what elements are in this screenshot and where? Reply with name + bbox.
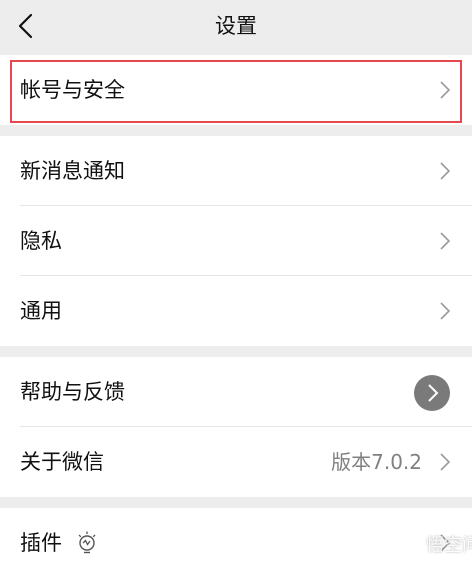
settings-item-help-feedback[interactable]: 帮助与反馈 <box>0 357 472 427</box>
settings-item-label: 通用 <box>20 299 62 323</box>
settings-item-notifications[interactable]: 新消息通知 <box>0 136 472 206</box>
settings-item-plugins[interactable]: 插件 <box>0 508 472 577</box>
settings-item-general[interactable]: 通用 <box>0 276 472 346</box>
settings-item-label: 隐私 <box>20 229 62 253</box>
settings-item-label: 插件 <box>20 531 62 555</box>
nav-bar: 设置 <box>0 0 472 53</box>
settings-item-about-wechat[interactable]: 关于微信 版本7.0.2 <box>0 427 472 497</box>
help-group: 帮助与反馈 关于微信 版本7.0.2 <box>0 357 472 497</box>
chevron-right-icon <box>440 302 450 320</box>
version-value: 版本7.0.2 <box>331 450 422 474</box>
settings-page: 设置 帐号与安全 新消息通知 隐私 通用 帮助与反馈 关于微信 版本7.0.2 … <box>0 0 472 577</box>
settings-item-label: 关于微信 <box>20 450 104 474</box>
page-title: 设置 <box>215 14 257 38</box>
settings-item-account-security[interactable]: 帐号与安全 <box>0 55 472 125</box>
chevron-right-icon <box>440 232 450 250</box>
chevron-right-icon <box>428 384 439 402</box>
chevron-right-icon <box>440 81 450 99</box>
floating-assist-button[interactable] <box>414 375 450 411</box>
settings-item-privacy[interactable]: 隐私 <box>0 206 472 276</box>
chevron-right-icon <box>440 162 450 180</box>
settings-item-label: 新消息通知 <box>20 159 125 183</box>
plugin-bulb-icon <box>78 531 96 554</box>
general-group: 新消息通知 隐私 通用 <box>0 136 472 346</box>
chevron-right-icon <box>440 453 450 471</box>
chevron-right-icon <box>440 534 450 552</box>
account-group: 帐号与安全 <box>0 55 472 125</box>
settings-item-label: 帮助与反馈 <box>20 380 125 404</box>
plugin-group: 插件 <box>0 508 472 577</box>
settings-item-label: 帐号与安全 <box>20 78 125 102</box>
